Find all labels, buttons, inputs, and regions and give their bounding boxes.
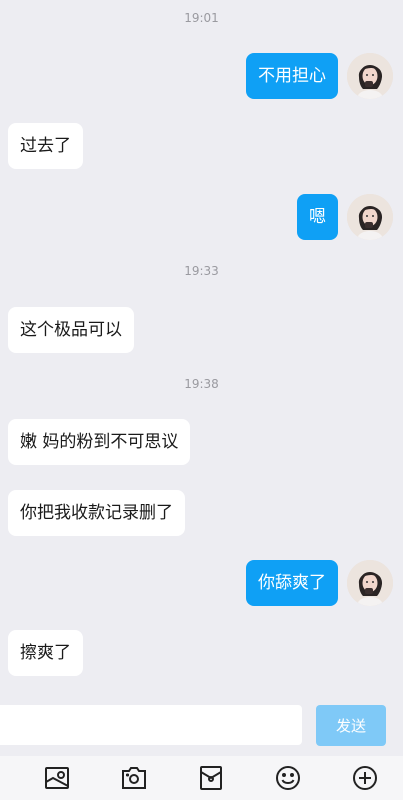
message-input[interactable]: [0, 705, 302, 745]
message-bubble-incoming[interactable]: 这个极品可以: [8, 307, 134, 353]
emoji-icon[interactable]: [274, 764, 302, 792]
input-bar: 发送: [0, 698, 403, 756]
chat-screen: 19:01 不用担心 过去了 嗯 19:33 这个极品可以 19:38 嫩 妈的…: [0, 0, 403, 800]
message-bubble-outgoing[interactable]: 你舔爽了: [246, 560, 338, 606]
avatar[interactable]: [347, 53, 393, 99]
image-icon[interactable]: [43, 764, 71, 792]
message-bubble-outgoing[interactable]: 不用担心: [246, 53, 338, 99]
timestamp: 19:38: [184, 377, 219, 391]
message-bubble-incoming[interactable]: 你把我收款记录删了: [8, 490, 185, 536]
red-packet-icon[interactable]: [197, 764, 225, 792]
camera-icon[interactable]: [120, 764, 148, 792]
avatar-image-icon: [347, 53, 393, 99]
input-toolbar: [0, 756, 403, 800]
timestamp: 19:01: [184, 11, 219, 25]
avatar[interactable]: [347, 560, 393, 606]
plus-icon[interactable]: [351, 764, 379, 792]
send-button[interactable]: 发送: [316, 705, 386, 746]
avatar-image-icon: [347, 194, 393, 240]
message-bubble-incoming[interactable]: 嫩 妈的粉到不可思议: [8, 419, 191, 465]
message-bubble-incoming[interactable]: 过去了: [8, 123, 83, 169]
message-bubble-outgoing[interactable]: 嗯: [297, 194, 338, 240]
timestamp: 19:33: [184, 264, 219, 278]
message-bubble-incoming[interactable]: 擦爽了: [8, 630, 83, 676]
avatar-image-icon: [347, 560, 393, 606]
avatar[interactable]: [347, 194, 393, 240]
